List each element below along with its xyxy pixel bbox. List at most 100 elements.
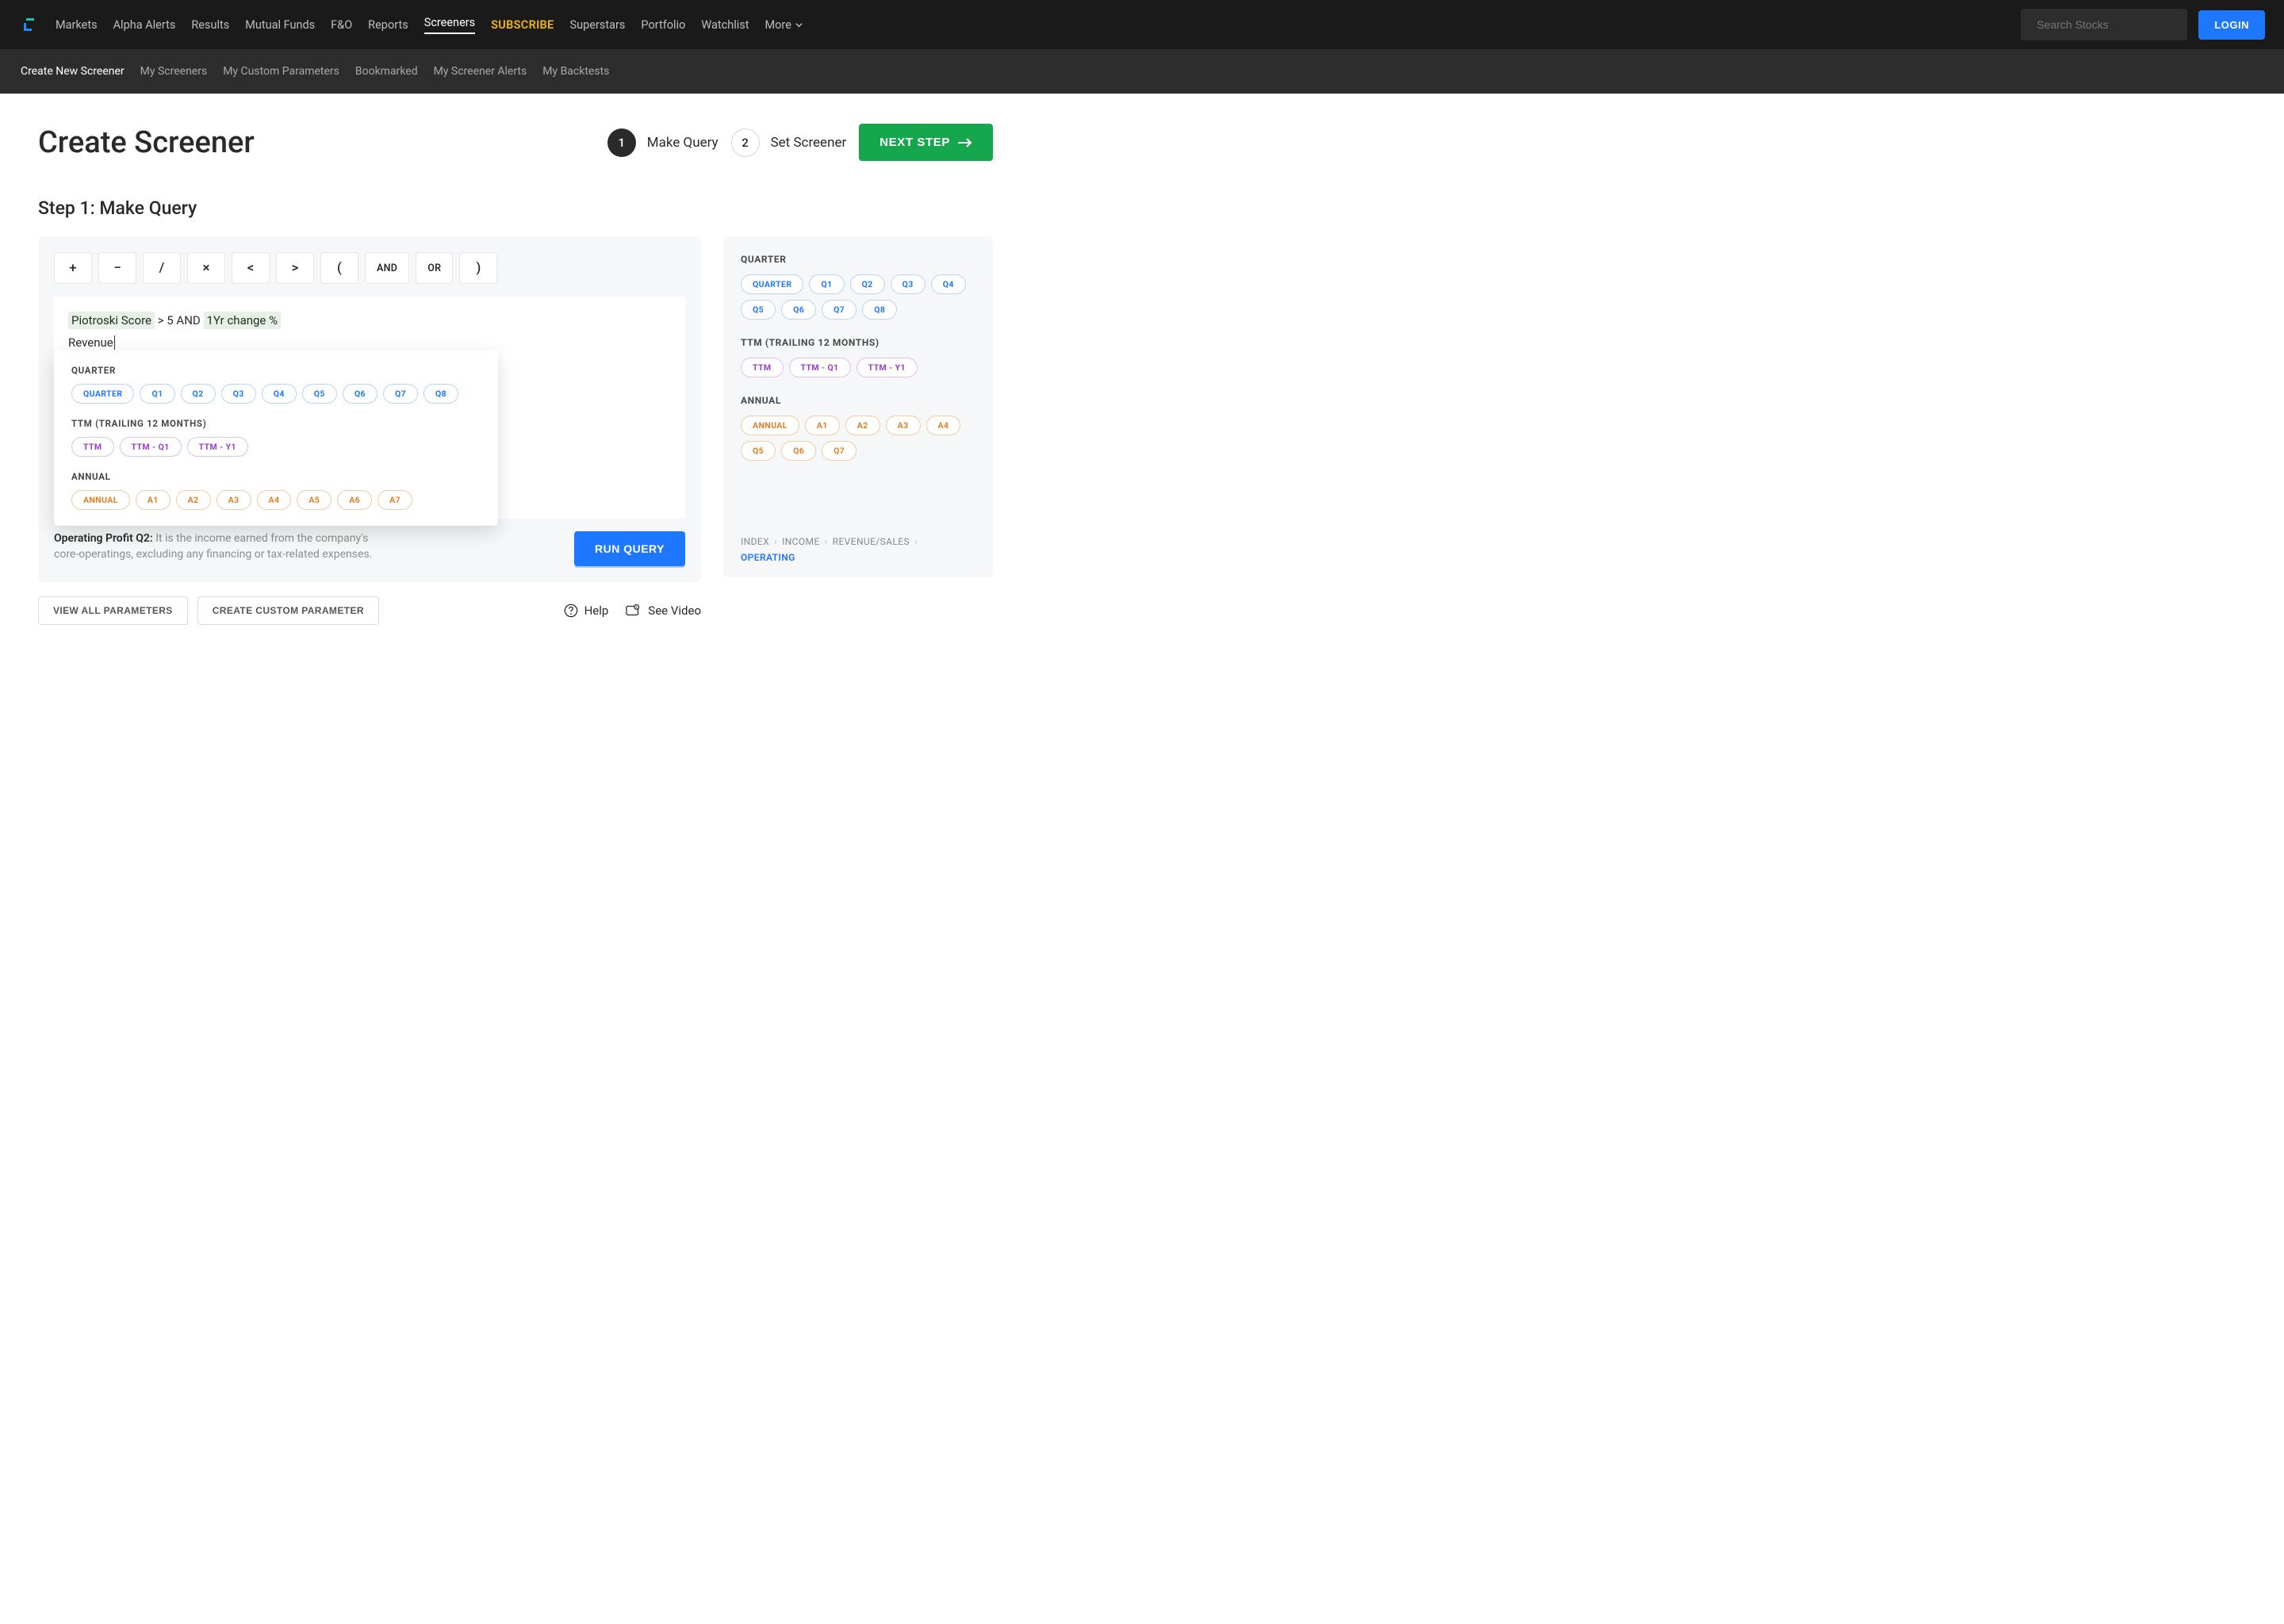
nav-screeners[interactable]: Screeners <box>424 16 475 34</box>
definition-term: Operating Profit Q2: <box>54 532 153 545</box>
chevron-right-icon: › <box>774 536 777 547</box>
pill-a6[interactable]: A6 <box>337 490 372 510</box>
side-pill-ttm[interactable]: TTM <box>741 358 784 377</box>
subnav-bookmarked[interactable]: Bookmarked <box>355 65 418 78</box>
op-or[interactable]: OR <box>416 252 453 284</box>
step-2-number: 2 <box>731 128 760 157</box>
pill-q2[interactable]: Q2 <box>181 384 216 404</box>
nav-reports[interactable]: Reports <box>368 18 408 32</box>
side-pill-q8[interactable]: Q8 <box>862 300 897 320</box>
nav-subscribe[interactable]: SUBSCRIBE <box>491 18 554 32</box>
subnav-alerts[interactable]: My Screener Alerts <box>434 65 527 78</box>
crumb-operating[interactable]: OPERATING <box>741 552 795 563</box>
subnav-backtests[interactable]: My Backtests <box>542 65 609 78</box>
nav-results[interactable]: Results <box>191 18 229 32</box>
op-gt[interactable]: > <box>276 252 314 284</box>
side-pill-annual[interactable]: ANNUAL <box>741 416 799 435</box>
subnav-custom-params[interactable]: My Custom Parameters <box>223 65 339 78</box>
pill-q5[interactable]: Q5 <box>302 384 337 404</box>
editor-column: + − / × < > ( AND OR ) Piotroski Score >… <box>38 236 701 625</box>
side-pill-q2[interactable]: Q2 <box>850 274 885 294</box>
run-query-button[interactable]: RUN QUERY <box>574 531 685 566</box>
side-pill-q1[interactable]: Q1 <box>809 274 844 294</box>
login-button[interactable]: LOGIN <box>2198 10 2265 40</box>
create-custom-parameter-button[interactable]: CREATE CUSTOM PARAMETER <box>197 596 379 625</box>
pill-a2[interactable]: A2 <box>176 490 211 510</box>
step-heading: Step 1: Make Query <box>38 197 993 219</box>
pill-annual[interactable]: ANNUAL <box>71 490 130 510</box>
nav-more[interactable]: More <box>765 18 803 32</box>
side-pill-q5[interactable]: Q5 <box>741 300 776 320</box>
op-multiply[interactable]: × <box>187 252 225 284</box>
side-pill-a6[interactable]: Q6 <box>781 441 816 461</box>
crumb-index[interactable]: INDEX <box>741 536 769 547</box>
side-quarter-pills: QUARTER Q1 Q2 Q3 Q4 Q5 Q6 Q7 Q8 <box>741 274 975 320</box>
next-step-button[interactable]: NEXT STEP <box>859 124 993 161</box>
pill-ttm[interactable]: TTM <box>71 437 114 457</box>
nav-alpha-alerts[interactable]: Alpha Alerts <box>113 18 176 32</box>
step-2[interactable]: 2 Set Screener <box>731 128 847 157</box>
view-all-parameters-button[interactable]: VIEW ALL PARAMETERS <box>38 596 188 625</box>
search-box[interactable] <box>2021 9 2187 40</box>
pill-q4[interactable]: Q4 <box>262 384 297 404</box>
side-pill-ttm-y1[interactable]: TTM - Y1 <box>856 358 918 377</box>
pill-q8[interactable]: Q8 <box>423 384 458 404</box>
side-pill-a1[interactable]: A1 <box>805 416 840 435</box>
see-video-link[interactable]: See Video <box>626 603 701 618</box>
op-minus[interactable]: − <box>98 252 136 284</box>
op-and[interactable]: AND <box>365 252 409 284</box>
nav-watchlist[interactable]: Watchlist <box>701 18 749 32</box>
pill-a7[interactable]: A7 <box>377 490 412 510</box>
brand-logo[interactable] <box>19 16 36 33</box>
top-nav: Markets Alpha Alerts Results Mutual Fund… <box>0 0 2284 49</box>
side-pill-ttm-q1[interactable]: TTM - Q1 <box>789 358 851 377</box>
nav-superstars[interactable]: Superstars <box>570 18 626 32</box>
pill-q6[interactable]: Q6 <box>343 384 377 404</box>
pill-q1[interactable]: Q1 <box>140 384 174 404</box>
query-editor[interactable]: Piotroski Score > 5 AND 1Yr change % Rev… <box>54 297 685 519</box>
crumb-income[interactable]: INCOME <box>782 536 820 547</box>
side-pill-q6[interactable]: Q6 <box>781 300 816 320</box>
nav-fo[interactable]: F&O <box>331 18 352 32</box>
subnav-create-new[interactable]: Create New Screener <box>21 65 125 78</box>
token-1yr-change[interactable]: 1Yr change % <box>204 312 282 329</box>
pill-q3[interactable]: Q3 <box>221 384 256 404</box>
side-ttm-title: TTM (TRAILING 12 MONTHS) <box>741 337 975 348</box>
nav-mutual-funds[interactable]: Mutual Funds <box>245 18 315 32</box>
pill-ttm-q1[interactable]: TTM - Q1 <box>120 437 182 457</box>
op-divide[interactable]: / <box>143 252 181 284</box>
nav-markets[interactable]: Markets <box>56 18 98 32</box>
query-tokens: Piotroski Score > 5 AND 1Yr change % <box>68 309 671 332</box>
pill-a3[interactable]: A3 <box>217 490 251 510</box>
side-pill-q4[interactable]: Q4 <box>931 274 966 294</box>
pill-a4[interactable]: A4 <box>257 490 292 510</box>
side-pill-quarter[interactable]: QUARTER <box>741 274 803 294</box>
nav-portfolio[interactable]: Portfolio <box>641 18 685 32</box>
side-pill-q7[interactable]: Q7 <box>822 300 856 320</box>
footer-row: VIEW ALL PARAMETERS CREATE CUSTOM PARAME… <box>38 596 701 625</box>
op-rparen[interactable]: ) <box>459 252 497 284</box>
main-content: Create Screener 1 Make Query 2 Set Scree… <box>0 94 1031 655</box>
side-pill-a3[interactable]: A3 <box>886 416 921 435</box>
op-lparen[interactable]: ( <box>320 252 358 284</box>
pill-a5[interactable]: A5 <box>297 490 331 510</box>
op-plus[interactable]: + <box>54 252 92 284</box>
side-pill-a2[interactable]: A2 <box>845 416 880 435</box>
side-pill-a7[interactable]: Q7 <box>822 441 856 461</box>
pill-q7[interactable]: Q7 <box>383 384 418 404</box>
step-1[interactable]: 1 Make Query <box>607 128 719 157</box>
pill-quarter[interactable]: QUARTER <box>71 384 134 404</box>
token-piotroski[interactable]: Piotroski Score <box>68 312 155 329</box>
workarea: + − / × < > ( AND OR ) Piotroski Score >… <box>38 236 993 625</box>
op-lt[interactable]: < <box>232 252 270 284</box>
side-pill-a5[interactable]: Q5 <box>741 441 776 461</box>
side-pill-a4[interactable]: A4 <box>926 416 961 435</box>
pill-ttm-y1[interactable]: TTM - Y1 <box>187 437 248 457</box>
help-link[interactable]: Help <box>564 603 609 618</box>
crumb-revenue[interactable]: REVENUE/SALES <box>833 536 910 547</box>
sugg-quarter-title: QUARTER <box>71 365 481 376</box>
search-input[interactable] <box>2037 18 2180 31</box>
subnav-my-screeners[interactable]: My Screeners <box>140 65 208 78</box>
pill-a1[interactable]: A1 <box>136 490 171 510</box>
side-pill-q3[interactable]: Q3 <box>891 274 925 294</box>
